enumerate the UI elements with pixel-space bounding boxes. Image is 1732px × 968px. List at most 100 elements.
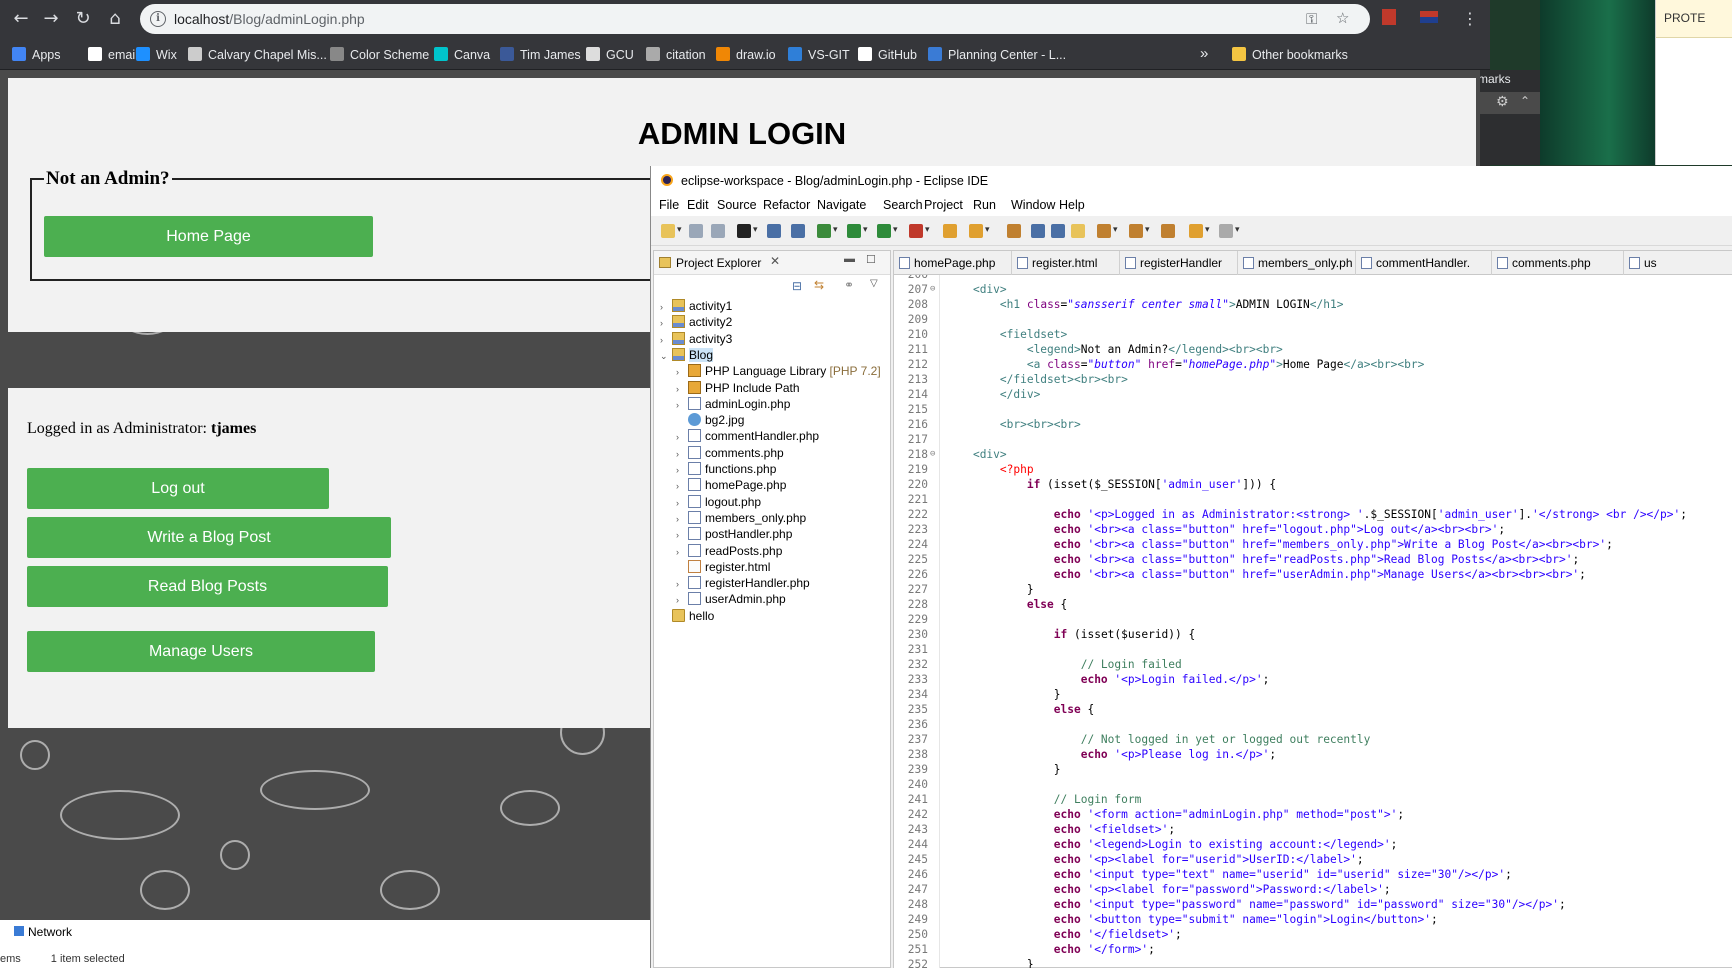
chevron-right-icon[interactable]: › (676, 595, 688, 605)
gear-icon[interactable]: ⚙ (1496, 94, 1509, 110)
new-icon[interactable] (661, 224, 675, 238)
bookmark-item[interactable]: Tim James (500, 47, 581, 62)
tree-item[interactable]: › functions.php (676, 462, 776, 478)
dropdown-arrow-icon[interactable]: ▾ (833, 224, 838, 235)
bookmark-item[interactable]: Color Scheme (330, 47, 429, 62)
external-tools-icon[interactable] (909, 224, 923, 238)
annotation-icon[interactable] (1007, 224, 1021, 238)
read-blog-posts-button[interactable]: Read Blog Posts (27, 566, 388, 607)
home-page-button[interactable]: Home Page (44, 216, 373, 257)
tree-item[interactable]: register.html (676, 559, 770, 576)
collapse-icon[interactable]: ⌃ (1520, 94, 1530, 108)
forward-icon[interactable]: → (38, 6, 64, 32)
skip-breakpoints-icon[interactable] (791, 224, 805, 238)
open-type-icon[interactable] (943, 224, 957, 238)
run-icon[interactable] (847, 224, 861, 238)
manage-users-button[interactable]: Manage Users (27, 631, 375, 672)
menu-file[interactable]: File (659, 198, 679, 212)
menu-navigate[interactable]: Navigate (817, 198, 866, 212)
bookmark-item[interactable]: Planning Center - L... (928, 47, 1066, 62)
star-icon[interactable]: ☆ (1336, 9, 1349, 27)
chevron-right-icon[interactable]: › (676, 547, 688, 557)
fold-toggle-icon[interactable]: ⊖ (930, 447, 935, 462)
bookmark-item[interactable]: draw.io (716, 47, 776, 62)
tree-item[interactable]: › comments.php (676, 445, 784, 462)
flag-extension-icon[interactable] (1420, 9, 1438, 27)
dropdown-arrow-icon[interactable]: ▾ (893, 224, 898, 235)
pdf-extension-icon[interactable] (1382, 9, 1396, 29)
bookmark-item[interactable]: citation (646, 47, 706, 62)
editor-tab[interactable]: register.html (1012, 251, 1120, 275)
debug-icon[interactable] (817, 224, 831, 238)
chevron-right-icon[interactable]: › (676, 481, 688, 491)
logout-button[interactable]: Log out (27, 468, 329, 509)
chevron-right-icon[interactable]: › (676, 400, 688, 410)
menu-window[interactable]: Window (1011, 198, 1055, 212)
menu-edit[interactable]: Edit (687, 198, 709, 212)
menu-icon[interactable]: ⋮ (1462, 9, 1478, 28)
bookmark-item[interactable]: GCU (586, 47, 634, 62)
dropdown-arrow-icon[interactable]: ▾ (985, 224, 990, 235)
coverage-icon[interactable] (877, 224, 891, 238)
dropdown-arrow-icon[interactable]: ▾ (1205, 224, 1210, 235)
editor-tab[interactable]: us (1624, 251, 1732, 275)
url-text[interactable]: localhost/Blog/adminLogin.php (174, 11, 365, 27)
bookmark-item[interactable]: VS-GIT (788, 47, 850, 62)
tree-item[interactable]: › PHP Language Library [PHP 7.2] (676, 364, 881, 380)
menu-run[interactable]: Run (973, 198, 996, 212)
tree-item[interactable]: › commentHandler.php (676, 429, 819, 445)
editor-tab[interactable]: registerHandler (1120, 251, 1238, 275)
protection-bar[interactable]: PROTE (1656, 0, 1732, 38)
network-item[interactable]: Network (14, 925, 72, 939)
bookmarks-overflow-button[interactable]: » (1200, 45, 1208, 62)
reload-icon[interactable]: ↻ (70, 6, 96, 32)
bookmark-item[interactable]: Wix (136, 47, 177, 62)
whitespace-icon[interactable] (1051, 224, 1065, 238)
bookmark-item[interactable]: GitHub (858, 47, 917, 62)
tree-item[interactable]: ⌄ Blog (660, 347, 714, 364)
highlight-icon[interactable] (1071, 224, 1085, 238)
back-icon[interactable]: ← (8, 6, 34, 32)
menu-source[interactable]: Source (717, 198, 757, 212)
save-all-icon[interactable] (711, 224, 725, 238)
filter-icon[interactable]: ⚭ (844, 278, 854, 292)
chevron-right-icon[interactable]: › (676, 498, 688, 508)
tree-item[interactable]: › activity3 (660, 331, 732, 348)
menu-search[interactable]: Search (883, 198, 923, 212)
chevron-right-icon[interactable]: › (676, 465, 688, 475)
save-icon[interactable] (689, 224, 703, 238)
link-editor-icon[interactable]: ⇆ (814, 278, 824, 292)
tree-item[interactable]: bg2.jpg (676, 413, 744, 429)
dropdown-arrow-icon[interactable]: ▾ (1235, 224, 1240, 235)
bookmark-item[interactable]: Apps (12, 47, 61, 62)
dropdown-arrow-icon[interactable]: ▾ (863, 224, 868, 235)
tree-item[interactable]: › registerHandler.php (676, 576, 810, 592)
home-icon[interactable]: ⌂ (102, 6, 128, 32)
dropdown-arrow-icon[interactable]: ▾ (1145, 224, 1150, 235)
chevron-right-icon[interactable]: › (660, 335, 672, 345)
chevron-right-icon[interactable]: › (676, 367, 688, 377)
chevron-down-icon[interactable]: ⌄ (660, 351, 672, 362)
dropdown-arrow-icon[interactable]: ▾ (753, 224, 758, 235)
chevron-right-icon[interactable]: › (676, 449, 688, 459)
collapse-all-icon[interactable]: ⊟ (792, 279, 802, 293)
editor-tab[interactable]: homePage.php (894, 251, 1012, 275)
search-icon[interactable] (969, 224, 983, 238)
close-icon[interactable]: ✕ (770, 254, 780, 268)
bookmark-item[interactable]: email (88, 47, 138, 62)
tree-item[interactable]: › activity2 (660, 315, 732, 331)
tree-item[interactable]: › postHandler.php (676, 527, 792, 543)
chevron-right-icon[interactable]: › (676, 530, 688, 540)
menu-refactor[interactable]: Refactor (763, 198, 810, 212)
bookmark-item[interactable]: Canva (434, 47, 490, 62)
tree-item[interactable]: › readPosts.php (676, 543, 782, 560)
address-bar[interactable]: i localhost/Blog/adminLogin.php ⚿ ☆ (140, 4, 1370, 34)
write-blog-post-button[interactable]: Write a Blog Post (27, 517, 391, 558)
dropdown-arrow-icon[interactable]: ▾ (677, 224, 682, 235)
info-icon[interactable]: i (150, 11, 166, 27)
tree-item[interactable]: › members_only.php (676, 510, 806, 527)
tree-item[interactable]: › logout.php (676, 494, 761, 511)
menu-project[interactable]: Project (924, 198, 963, 212)
other-bookmarks-folder[interactable]: Other bookmarks (1232, 47, 1348, 62)
tree-item[interactable]: › homePage.php (676, 478, 786, 494)
